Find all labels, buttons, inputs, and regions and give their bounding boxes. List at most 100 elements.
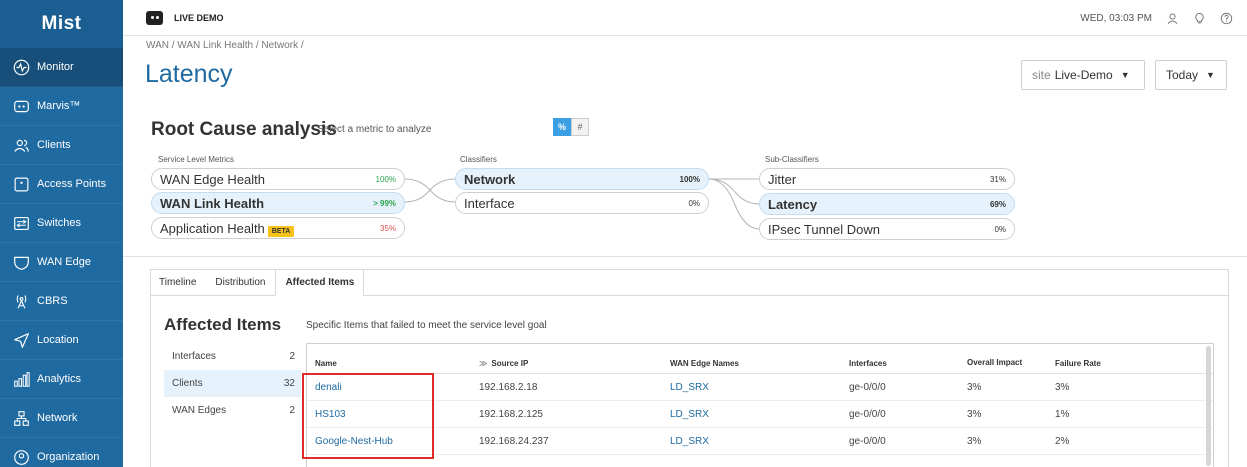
- sidebar-item-analytics[interactable]: Analytics: [0, 360, 123, 399]
- classifier-interface[interactable]: Interface 0%: [455, 192, 709, 214]
- metric-wan-edge-health[interactable]: WAN Edge Health 100%: [151, 168, 405, 190]
- wan-edge-link[interactable]: LD_SRX: [670, 436, 849, 447]
- sidebar-item-label: WAN Edge: [37, 256, 92, 268]
- metric-label-text: Application Health: [160, 220, 265, 236]
- metric-percent: 100%: [375, 174, 396, 184]
- metric-application-health[interactable]: Application Health BETA 35%: [151, 217, 405, 239]
- category-clients[interactable]: Clients 32: [164, 370, 301, 397]
- category-count: 2: [289, 351, 295, 362]
- classifier-percent: 0%: [688, 198, 700, 208]
- client-name-link[interactable]: HS103: [307, 409, 479, 420]
- sub-classifiers-label: Sub-Classifiers: [765, 155, 819, 164]
- metric-percent: > 99%: [373, 198, 396, 208]
- table-scrollbar[interactable]: [1206, 346, 1211, 466]
- tab-distribution[interactable]: Distribution: [206, 269, 275, 296]
- sidebar-item-marvis[interactable]: Marvis™: [0, 87, 123, 126]
- subclassifier-label: Latency: [768, 196, 818, 212]
- client-name-link[interactable]: Google-Nest-Hub: [307, 436, 479, 447]
- subclassifier-ipsec-tunnel-down[interactable]: IPsec Tunnel Down 0%: [759, 218, 1015, 240]
- table-row[interactable]: denali 192.168.2.18 LD_SRX ge-0/0/0 3% 3…: [307, 374, 1213, 401]
- subclassifier-latency[interactable]: Latency 69%: [759, 193, 1015, 215]
- mist-logo[interactable]: Mist: [0, 0, 123, 48]
- time-range-select[interactable]: Today ▼: [1155, 60, 1227, 90]
- column-header-wan-edge-names[interactable]: WAN Edge Names: [670, 359, 849, 368]
- metric-label: Application Health BETA: [160, 220, 380, 237]
- subclassifier-jitter[interactable]: Jitter 31%: [759, 168, 1015, 190]
- org-name[interactable]: LIVE DEMO: [174, 13, 224, 23]
- sidebar-item-switches[interactable]: Switches: [0, 204, 123, 243]
- wan-edge-link[interactable]: LD_SRX: [670, 382, 849, 393]
- sidebar-item-location[interactable]: Location: [0, 321, 123, 360]
- help-icon[interactable]: [1220, 12, 1233, 25]
- category-wan-edges[interactable]: WAN Edges 2: [164, 397, 301, 424]
- affected-items-subtitle: Specific Items that failed to meet the s…: [306, 320, 547, 331]
- sidebar-item-organization[interactable]: Organization: [0, 438, 123, 467]
- site-select-prefix: site: [1032, 68, 1051, 82]
- sort-icon: ≫: [479, 359, 488, 368]
- percent-count-toggle[interactable]: % #: [553, 118, 589, 136]
- sidebar-item-cbrs[interactable]: CBRS: [0, 282, 123, 321]
- classifier-network[interactable]: Network 100%: [455, 168, 709, 190]
- classifiers-label: Classifiers: [460, 155, 497, 164]
- breadcrumb[interactable]: WAN / WAN Link Health / Network /: [146, 40, 304, 51]
- site-select-value: Live-Demo: [1054, 68, 1113, 82]
- sidebar-item-clients[interactable]: Clients: [0, 126, 123, 165]
- site-select[interactable]: site Live-Demo ▼: [1021, 60, 1145, 90]
- time-range-value: Today: [1166, 68, 1199, 82]
- category-label: Clients: [172, 378, 203, 389]
- sidebar-item-label: Clients: [37, 139, 71, 151]
- category-label: WAN Edges: [172, 405, 227, 416]
- column-header-interfaces[interactable]: Interfaces: [849, 359, 967, 368]
- sidebar-item-access-points[interactable]: Access Points: [0, 165, 123, 204]
- metric-label: WAN Edge Health: [160, 171, 266, 187]
- live-demo-icon: [146, 10, 163, 25]
- sidebar-item-label: Network: [37, 412, 78, 424]
- tab-timeline[interactable]: Timeline: [150, 269, 206, 296]
- category-label: Interfaces: [172, 351, 216, 362]
- column-header-failure-rate[interactable]: Failure Rate: [1055, 359, 1175, 368]
- client-name-link[interactable]: denali: [307, 382, 479, 393]
- column-header-source-ip[interactable]: ≫ Source IP: [479, 359, 670, 368]
- sidebar-item-network[interactable]: Network: [0, 399, 123, 438]
- datetime: WED, 03:03 PM: [1080, 12, 1152, 24]
- page-title: Latency: [145, 60, 233, 88]
- source-ip: 192.168.2.18: [479, 381, 538, 393]
- column-header-label: Source IP: [491, 359, 529, 368]
- network-icon: [12, 409, 30, 427]
- sidebar-item-label: Switches: [37, 217, 82, 229]
- sidebar-item-label: Monitor: [37, 61, 74, 73]
- switch-icon: [12, 214, 30, 232]
- subclassifier-label: Jitter: [768, 171, 797, 187]
- service-level-metrics-label: Service Level Metrics: [158, 155, 235, 164]
- table-row[interactable]: HS103 192.168.2.125 LD_SRX ge-0/0/0 3% 1…: [307, 401, 1213, 428]
- subclassifier-percent: 0%: [994, 224, 1006, 234]
- table-row[interactable]: Google-Nest-Hub 192.168.24.237 LD_SRX ge…: [307, 428, 1213, 455]
- column-header-name[interactable]: Name: [307, 359, 479, 368]
- caret-down-icon: ▼: [1120, 70, 1130, 80]
- user-icon[interactable]: [1166, 12, 1179, 25]
- count-toggle[interactable]: #: [571, 118, 589, 136]
- metric-wan-link-health[interactable]: WAN Link Health > 99%: [151, 192, 405, 214]
- interface: ge-0/0/0: [849, 435, 886, 447]
- column-header-overall-impact[interactable]: Overall Impact: [967, 358, 1055, 368]
- sidebar-item-label: Marvis™: [37, 100, 81, 112]
- tab-bar: Timeline Distribution Affected Items: [150, 269, 365, 296]
- sidebar-item-monitor[interactable]: Monitor: [0, 48, 123, 87]
- lightbulb-icon[interactable]: [1193, 12, 1206, 25]
- metric-label: WAN Link Health: [160, 195, 265, 211]
- classifier-label: Interface: [464, 195, 515, 211]
- classifier-percent: 100%: [679, 174, 700, 184]
- subclassifier-percent: 31%: [989, 174, 1006, 184]
- percent-toggle[interactable]: %: [553, 118, 571, 136]
- category-interfaces[interactable]: Interfaces 2: [164, 343, 301, 370]
- sidebar-item-label: Access Points: [37, 178, 107, 190]
- tab-affected-items[interactable]: Affected Items: [275, 269, 365, 296]
- classifier-label: Network: [464, 171, 516, 187]
- shield-icon: [12, 253, 30, 271]
- affected-items-title: Affected Items: [164, 315, 282, 334]
- location-arrow-icon: [12, 331, 30, 349]
- wan-edge-link[interactable]: LD_SRX: [670, 409, 849, 420]
- rca-subtitle: Select a metric to analyze: [317, 124, 432, 135]
- sidebar-item-wan-edge[interactable]: WAN Edge: [0, 243, 123, 282]
- sidebar-item-label: Analytics: [37, 373, 82, 385]
